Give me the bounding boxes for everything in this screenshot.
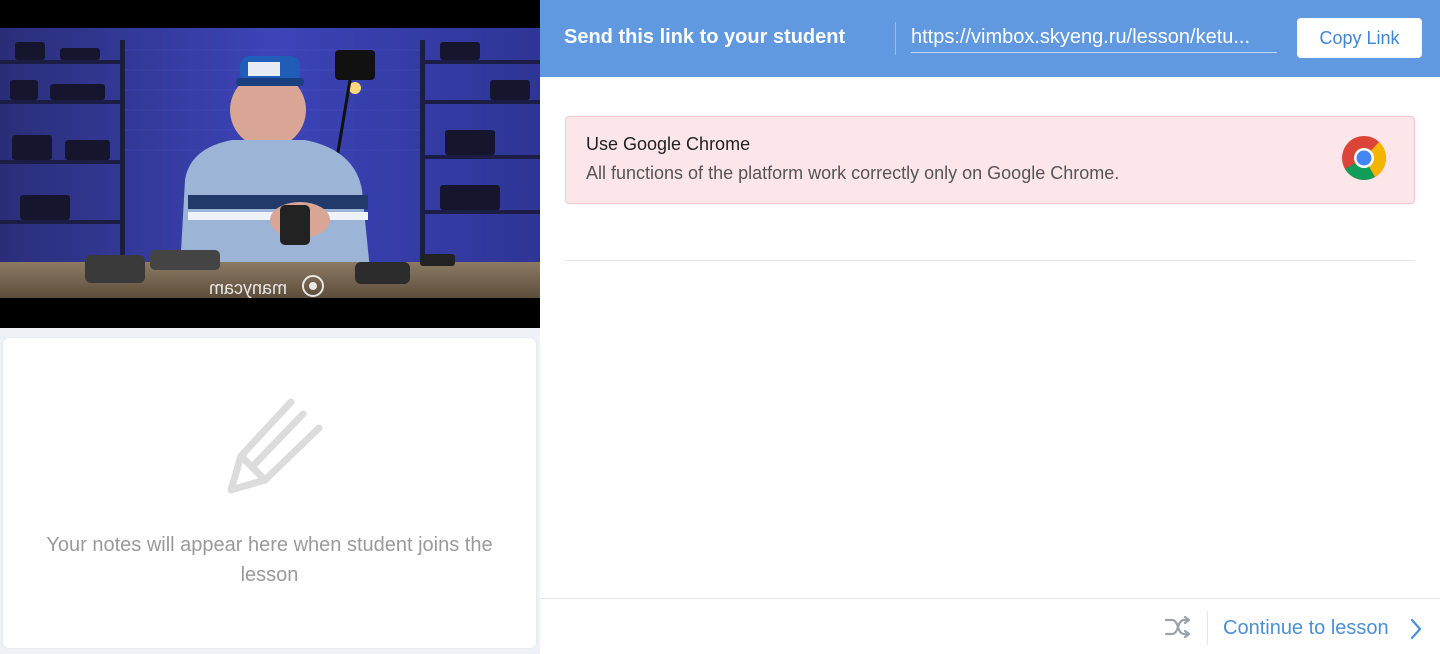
browser-warning-alert: Use Google Chrome All functions of the p… [565, 116, 1415, 204]
video-frame: manycam [0, 0, 540, 328]
right-panel: Send this link to your student https://v… [540, 0, 1440, 654]
shuffle-icon[interactable] [1164, 616, 1192, 638]
chrome-logo-icon [1342, 136, 1386, 180]
notes-panel: Your notes will appear here when student… [3, 338, 536, 648]
content-divider [565, 260, 1415, 261]
pencil-icon [227, 398, 323, 494]
video-feed[interactable]: manycam [0, 0, 540, 328]
notes-placeholder: Your notes will appear here when student… [46, 534, 493, 586]
footer-bar: Continue to lesson [540, 598, 1440, 654]
video-watermark: manycam [209, 278, 287, 298]
continue-to-lesson-link[interactable]: Continue to lesson [1223, 617, 1389, 640]
alert-title: Use Google Chrome [586, 134, 751, 154]
left-panel: manycam Your notes will appear here when… [0, 0, 540, 654]
lesson-link-field[interactable]: https://vimbox.skyeng.ru/lesson/ketu... [911, 26, 1277, 53]
footer-divider [1207, 611, 1208, 645]
chevron-right-icon[interactable] [1409, 617, 1423, 641]
app-window: manycam Your notes will appear here when… [0, 0, 1440, 654]
share-link-bar: Send this link to your student https://v… [540, 0, 1440, 77]
topbar-divider [895, 22, 896, 55]
copy-link-button[interactable]: Copy Link [1297, 18, 1422, 58]
send-link-label: Send this link to your student [564, 26, 846, 48]
alert-body: All functions of the platform work corre… [586, 163, 1120, 183]
